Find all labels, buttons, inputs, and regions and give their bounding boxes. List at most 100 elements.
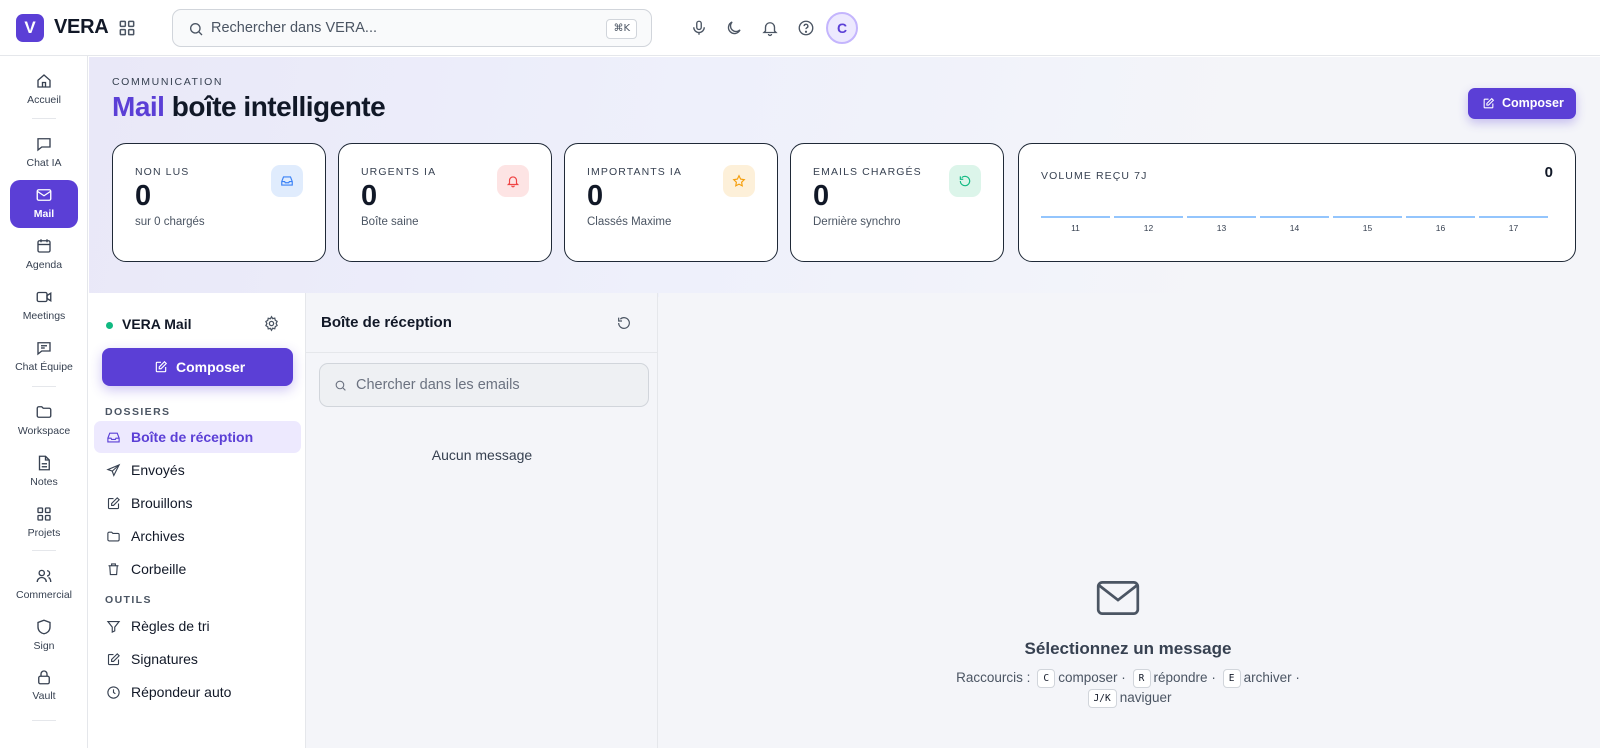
global-search-input[interactable]: Rechercher dans VERA... ⌘K [172, 9, 652, 47]
folder-sent[interactable]: Envoyés [94, 454, 301, 486]
stat-value: 0 [813, 180, 830, 212]
folder-label: Boîte de réception [131, 429, 254, 445]
stat-sub: Classés Maxime [587, 216, 672, 228]
apps-grid-icon[interactable] [117, 18, 137, 38]
microphone-icon[interactable] [690, 19, 708, 37]
stat-value: 0 [361, 180, 378, 212]
trash-icon [106, 562, 121, 577]
rail-item-meetings[interactable]: Meetings [10, 282, 78, 330]
rail-label: Workspace [17, 425, 71, 437]
rail-item-accueil[interactable]: Accueil [10, 66, 78, 114]
empty-list-message: Aucun message [431, 447, 533, 463]
stat-badge [497, 165, 529, 197]
rail-item-sign[interactable]: Sign [10, 612, 78, 660]
volume-key: VOLUME REÇU 7J [1041, 170, 1148, 182]
compose-label: Composer [176, 359, 246, 375]
shortcuts-line: Raccourcis : Ccomposer · Rrépondre · Ear… [659, 669, 1597, 688]
volume-day-label: 12 [1143, 223, 1154, 233]
volume-bar [1114, 216, 1183, 218]
stat-key: IMPORTANTS IA [587, 166, 683, 178]
volume-day-label: 17 [1508, 223, 1519, 233]
rail-item-commercial[interactable]: Commercial [10, 561, 78, 609]
app-logo[interactable]: V [16, 14, 44, 42]
rail-label: Accueil [27, 94, 61, 106]
volume-chart: 11 12 13 14 15 16 17 [1041, 216, 1553, 236]
home-icon [35, 72, 53, 90]
rail-item-workspace[interactable]: Workspace [10, 397, 78, 445]
folder-trash[interactable]: Corbeille [94, 553, 301, 585]
stat-key: URGENTS IA [361, 166, 437, 178]
inbox-icon [280, 174, 294, 188]
stat-value: 0 [587, 180, 604, 212]
folder-inbox[interactable]: Boîte de réception [94, 421, 301, 453]
tools-section-title: OUTILS [105, 594, 152, 606]
users-icon [35, 567, 53, 585]
note-icon [35, 454, 53, 472]
gear-icon[interactable] [263, 315, 280, 332]
rail-label: Chat IA [26, 157, 62, 169]
stat-key: NON LUS [135, 166, 190, 178]
rail-item-chat-equipe[interactable]: Chat Équipe [10, 333, 78, 381]
email-search-placeholder: Chercher dans les emails [356, 377, 520, 393]
stat-value: 0 [135, 180, 152, 212]
folder-label: Archives [131, 528, 185, 544]
volume-day-label: 15 [1362, 223, 1373, 233]
message-list-header: Boîte de réception [306, 293, 658, 353]
tool-label: Signatures [131, 651, 198, 667]
stat-badge [949, 165, 981, 197]
page-title-accent: Mail [112, 91, 165, 122]
volume-day-label: 14 [1289, 223, 1300, 233]
shortcut-key: R [1132, 669, 1151, 688]
volume-bar [1479, 216, 1548, 218]
mail-sidebar-title: VERA Mail [122, 316, 192, 332]
shortcut-separator: · [1121, 670, 1126, 686]
folder-label: Brouillons [131, 495, 193, 511]
tool-label: Répondeur auto [131, 684, 232, 700]
mail-icon [1093, 573, 1143, 623]
shortcut-separator: · [1295, 670, 1300, 686]
user-avatar[interactable]: C [826, 12, 858, 44]
folder-icon [106, 529, 121, 544]
inbox-icon [106, 430, 121, 445]
bell-icon [506, 174, 520, 188]
refresh-icon[interactable] [616, 315, 632, 331]
email-search-input[interactable]: Chercher dans les emails [319, 363, 649, 407]
chat-icon [35, 135, 53, 153]
volume-bar [1406, 216, 1475, 218]
rail-item-vault[interactable]: Vault [10, 662, 78, 710]
bell-icon[interactable] [761, 19, 779, 37]
rail-label: Commercial [15, 589, 72, 601]
edit-icon [106, 496, 121, 511]
message-list-title: Boîte de réception [321, 314, 452, 331]
volume-total: 0 [1544, 164, 1553, 181]
tool-signatures[interactable]: Signatures [94, 643, 301, 675]
volume-bar [1041, 216, 1110, 218]
page-title: Mail boîte intelligente [112, 91, 386, 123]
main-content: COMMUNICATION Mail boîte intelligente Co… [89, 57, 1600, 748]
shortcut-separator: · [1211, 670, 1216, 686]
page-title-rest: boîte intelligente [171, 91, 386, 122]
rail-item-chat-ia[interactable]: Chat IA [10, 129, 78, 177]
shortcut-label: archiver [1243, 670, 1292, 686]
compose-button[interactable]: Composer [102, 348, 293, 386]
folder-drafts[interactable]: Brouillons [94, 487, 301, 519]
tool-auto-reply[interactable]: Répondeur auto [94, 676, 301, 708]
shortcut-label: répondre [1153, 670, 1208, 686]
compose-button-header[interactable]: Composer [1468, 88, 1576, 119]
volume-bar [1187, 216, 1256, 218]
stat-sub: Boîte saine [361, 216, 419, 228]
search-shortcut: ⌘K [606, 19, 637, 39]
rail-item-notes[interactable]: Notes [10, 448, 78, 496]
stat-card-unread: NON LUS 0 sur 0 chargés [112, 143, 326, 262]
reader-empty-title: Sélectionnez un message [1024, 639, 1232, 658]
search-icon [188, 21, 204, 37]
help-icon[interactable] [797, 19, 815, 37]
stat-badge [723, 165, 755, 197]
rail-item-agenda[interactable]: Agenda [10, 231, 78, 279]
moon-icon[interactable] [725, 19, 743, 37]
tool-sort-rules[interactable]: Règles de tri [94, 610, 301, 642]
rail-item-mail[interactable]: Mail [10, 180, 78, 228]
rail-item-projets[interactable]: Projets [10, 499, 78, 547]
stat-sub: Dernière synchro [813, 216, 901, 228]
folder-archives[interactable]: Archives [94, 520, 301, 552]
